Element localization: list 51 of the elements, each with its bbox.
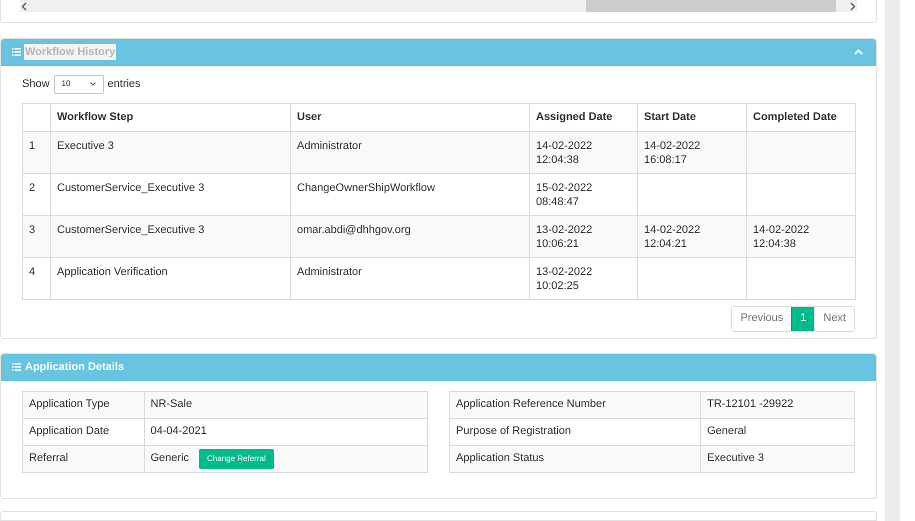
detail-label: Referral (22, 445, 144, 472)
scroll-left-icon[interactable] (21, 2, 27, 10)
detail-value: NR-Sale (150, 397, 192, 412)
table-cell: 13-02-2022 10:02:25 (536, 266, 592, 292)
table-cell: 3 (29, 224, 36, 236)
list-icon (12, 48, 21, 56)
scrollbar-thumb[interactable] (586, 0, 836, 12)
collapse-icon[interactable] (854, 49, 863, 56)
table-cell: 13-02-2022 10:06:21 (536, 224, 592, 250)
table-cell: CustomerService_Executive 3 (57, 224, 204, 236)
table-cell: omar.abdi@dhhgov.org (297, 224, 411, 236)
detail-label: Application Status (450, 445, 701, 472)
table-cell: Administrator (297, 140, 362, 152)
column-header[interactable]: Start Date (638, 103, 746, 132)
table-cell: CustomerService_Executive 3 (57, 182, 204, 194)
table-cell: ChangeOwnerShipWorkflow (297, 182, 435, 194)
detail-label: Application Date (22, 418, 144, 446)
detail-label: Application Type (22, 391, 144, 418)
show-label: Show (22, 76, 50, 92)
table-cell: 4 (29, 266, 36, 278)
column-header[interactable]: Workflow Step (50, 103, 290, 132)
entries-label: entries (108, 76, 141, 92)
pagination-button[interactable]: Next (814, 306, 854, 331)
table-cell: 14-02-2022 12:04:38 (753, 224, 810, 250)
table-cell: 15-02-2022 08:48:47 (536, 182, 592, 208)
horizontal-scrollbar[interactable] (20, 0, 857, 12)
detail-value: Generic (150, 451, 190, 466)
detail-label: Application Reference Number (450, 391, 701, 418)
list-icon (12, 363, 21, 372)
table-cell: 14-02-2022 12:04:38 (536, 140, 592, 166)
panel-title: Application Details (25, 360, 124, 375)
column-header[interactable]: Completed Date (746, 103, 856, 132)
caret-icon (90, 82, 96, 86)
scroll-right-icon[interactable] (850, 2, 856, 10)
column-header[interactable] (22, 103, 50, 132)
column-header[interactable]: Assigned Date (530, 103, 638, 132)
detail-value: TR-12101 -29922 (707, 397, 794, 412)
detail-value: General (707, 424, 746, 440)
table-cell: Administrator (297, 266, 362, 278)
entries-select[interactable]: 10 (54, 74, 104, 94)
panel-title: Workflow History (24, 44, 116, 60)
table-cell: 1 (29, 140, 36, 152)
table-cell: 2 (29, 182, 36, 194)
table-cell: Executive 3 (57, 140, 114, 152)
detail-value: Executive 3 (707, 451, 764, 466)
table-cell: 14-02-2022 12:04:21 (644, 224, 700, 250)
table-cell: Application Verification (57, 266, 168, 278)
table-cell: 14-02-2022 16:08:17 (644, 140, 700, 166)
column-header[interactable]: User (290, 103, 530, 132)
detail-value: 04-04-2021 (150, 424, 207, 440)
detail-label: Purpose of Registration (450, 418, 701, 446)
